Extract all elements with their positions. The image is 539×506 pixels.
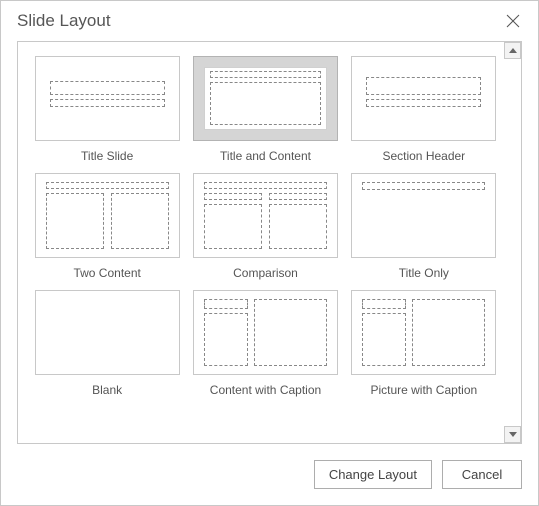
- close-button[interactable]: [498, 9, 528, 33]
- layout-thumb: [351, 290, 496, 375]
- layout-label: Comparison: [233, 266, 298, 280]
- layout-thumb: [193, 173, 338, 258]
- layout-inner: [204, 67, 327, 130]
- scroll-down-button[interactable]: [504, 426, 521, 443]
- close-icon: [506, 14, 520, 28]
- layout-thumb: [193, 290, 338, 375]
- layout-option-title-slide[interactable]: Title Slide: [32, 56, 182, 163]
- layout-option-blank[interactable]: Blank: [32, 290, 182, 397]
- chevron-up-icon: [509, 48, 517, 53]
- layout-thumb: [35, 173, 180, 258]
- layout-grid: Title Slide Title and Content Sect: [32, 56, 499, 397]
- layout-label: Two Content: [73, 266, 140, 280]
- layout-thumb: [193, 56, 338, 141]
- layout-label: Section Header: [382, 149, 465, 163]
- layout-thumb: [35, 56, 180, 141]
- titlebar: Slide Layout: [1, 1, 538, 41]
- layout-label: Title and Content: [220, 149, 311, 163]
- layout-label: Title Slide: [81, 149, 133, 163]
- slide-layout-dialog: Slide Layout Title Slide: [0, 0, 539, 506]
- layout-label: Picture with Caption: [370, 383, 477, 397]
- chevron-down-icon: [509, 432, 517, 437]
- layout-option-content-with-caption[interactable]: Content with Caption: [190, 290, 340, 397]
- layout-option-title-and-content[interactable]: Title and Content: [190, 56, 340, 163]
- layout-option-title-only[interactable]: Title Only: [349, 173, 499, 280]
- layout-thumb: [351, 56, 496, 141]
- layout-option-comparison[interactable]: Comparison: [190, 173, 340, 280]
- layout-thumb: [35, 290, 180, 375]
- dialog-footer: Change Layout Cancel: [1, 452, 538, 505]
- layout-label: Blank: [92, 383, 122, 397]
- layout-option-section-header[interactable]: Section Header: [349, 56, 499, 163]
- layout-label: Content with Caption: [210, 383, 321, 397]
- dialog-title: Slide Layout: [17, 11, 111, 31]
- layout-option-two-content[interactable]: Two Content: [32, 173, 182, 280]
- scroll-up-button[interactable]: [504, 42, 521, 59]
- layout-list: Title Slide Title and Content Sect: [17, 41, 522, 444]
- change-layout-button[interactable]: Change Layout: [314, 460, 432, 489]
- cancel-button[interactable]: Cancel: [442, 460, 522, 489]
- layout-option-picture-with-caption[interactable]: Picture with Caption: [349, 290, 499, 397]
- layout-thumb: [351, 173, 496, 258]
- layout-label: Title Only: [399, 266, 449, 280]
